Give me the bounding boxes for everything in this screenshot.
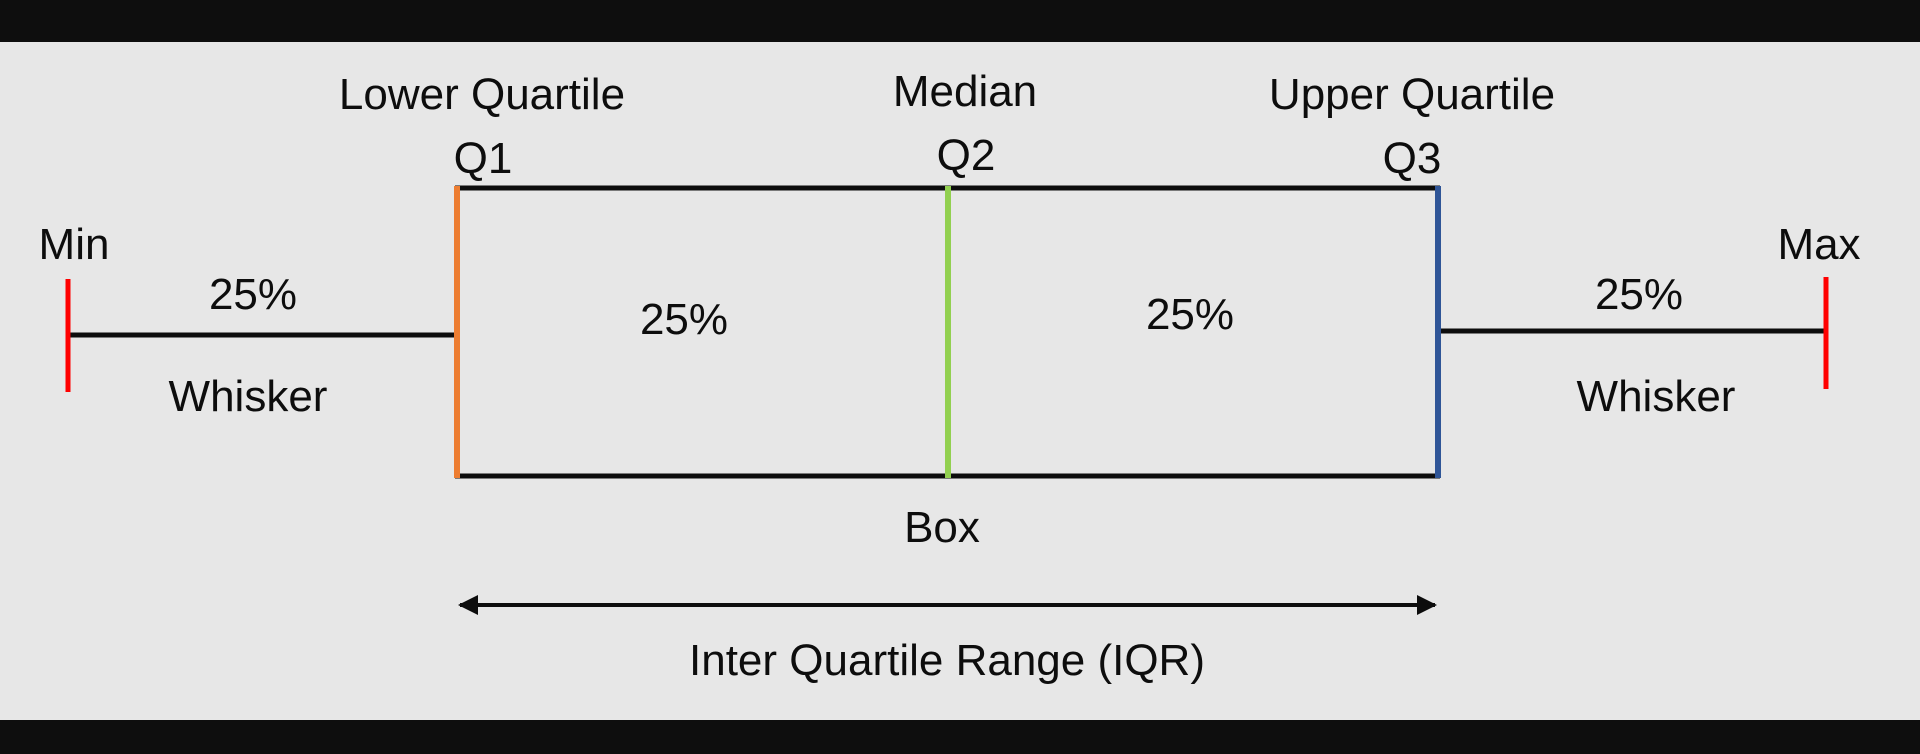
right-whisker-label: Whisker	[1577, 372, 1736, 421]
right-whisker-percent: 25%	[1595, 270, 1683, 319]
top-frame-bar	[0, 0, 1920, 42]
q3-label: Q3	[1383, 134, 1442, 183]
lower-quartile-label: Lower Quartile	[339, 70, 625, 119]
max-label: Max	[1777, 220, 1860, 269]
left-whisker-percent: 25%	[209, 270, 297, 319]
diagram-canvas: Lower Quartile Median Upper Quartile Q1 …	[0, 0, 1920, 754]
bottom-frame-bar	[0, 720, 1920, 754]
median-label: Median	[893, 67, 1037, 116]
q1-label: Q1	[454, 134, 513, 183]
q2-label: Q2	[937, 131, 996, 180]
left-box-percent: 25%	[640, 295, 728, 344]
box-label: Box	[904, 503, 980, 552]
right-box-percent: 25%	[1146, 290, 1234, 339]
boxplot-diagram: Lower Quartile Median Upper Quartile Q1 …	[0, 0, 1920, 754]
min-label: Min	[39, 220, 110, 269]
iqr-label: Inter Quartile Range (IQR)	[689, 636, 1205, 685]
upper-quartile-label: Upper Quartile	[1269, 70, 1555, 119]
left-whisker-label: Whisker	[169, 372, 328, 421]
